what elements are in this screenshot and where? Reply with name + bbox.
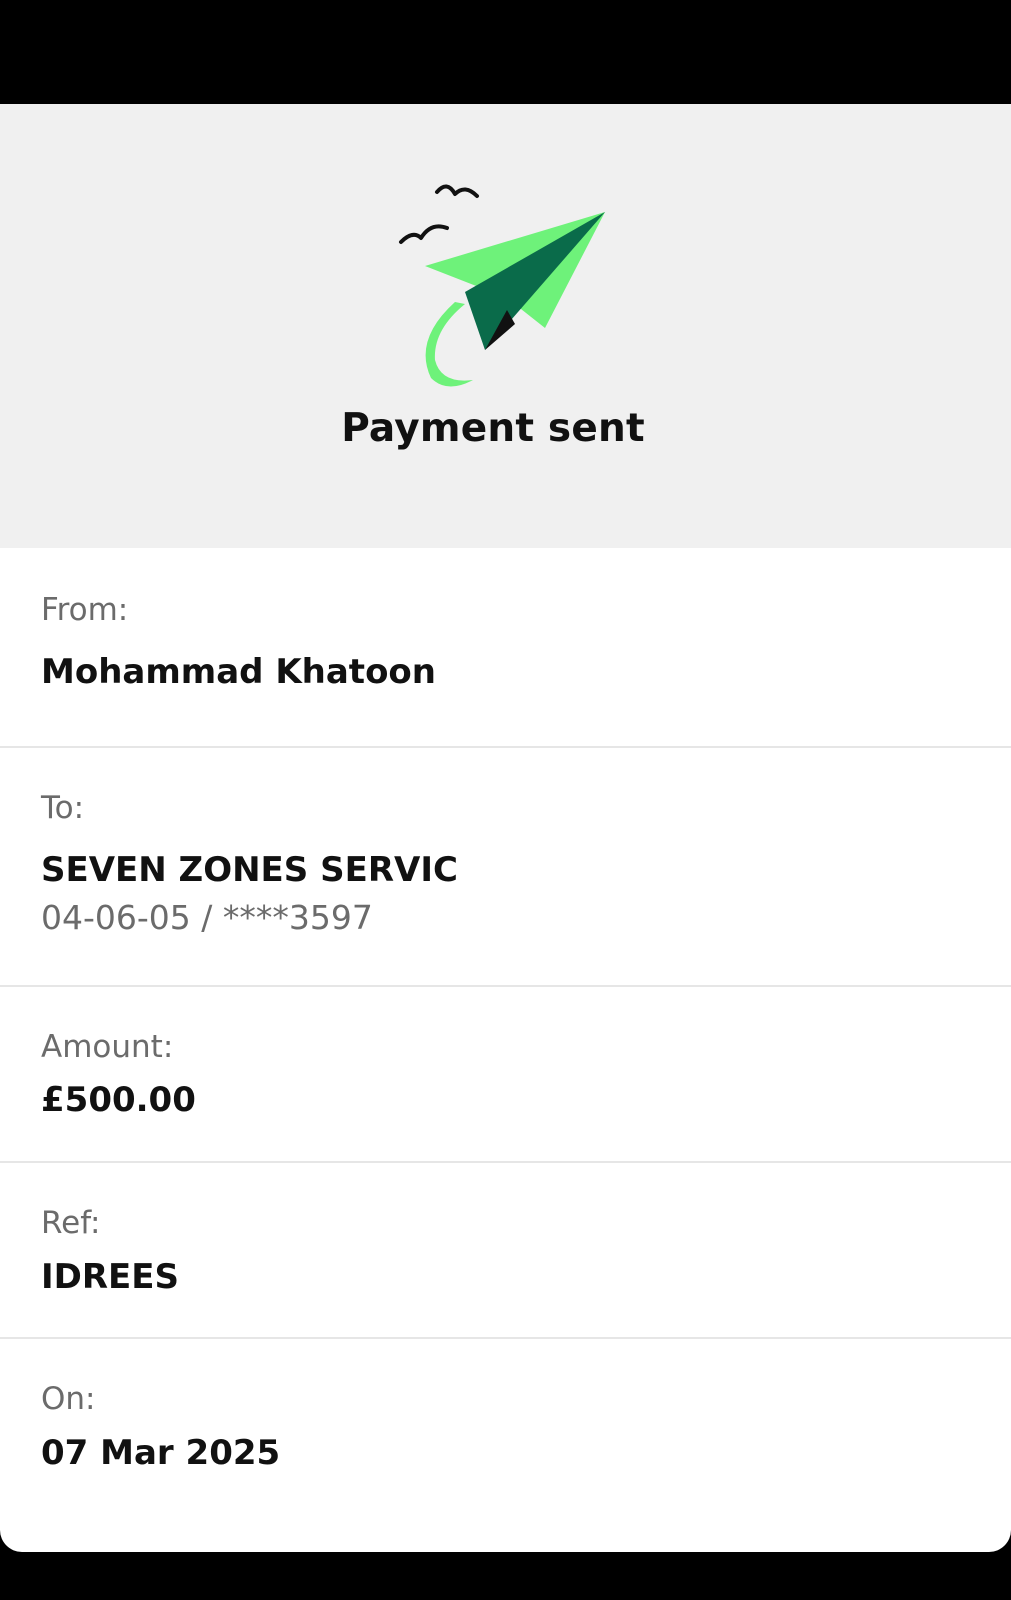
header: Payment sent bbox=[0, 104, 1011, 548]
to-row: To: SEVEN ZONES SERVIC 04-06-05 / ****35… bbox=[0, 748, 1011, 987]
status-bar bbox=[0, 0, 1011, 104]
ref-row: Ref: IDREES bbox=[0, 1163, 1011, 1339]
to-value: SEVEN ZONES SERVIC bbox=[41, 850, 458, 890]
on-label: On: bbox=[41, 1381, 96, 1417]
amount-label: Amount: bbox=[41, 1029, 174, 1065]
amount-row: Amount: £500.00 bbox=[0, 987, 1011, 1163]
paper-plane-icon bbox=[395, 180, 625, 500]
from-row: From: Mohammad Khatoon bbox=[0, 548, 1011, 748]
from-value: Mohammad Khatoon bbox=[41, 652, 436, 692]
on-value: 07 Mar 2025 bbox=[41, 1433, 281, 1473]
ref-label: Ref: bbox=[41, 1205, 101, 1241]
bird-icon bbox=[399, 224, 449, 244]
bird-icon bbox=[435, 184, 479, 198]
page-title: Payment sent bbox=[341, 406, 645, 451]
payment-details: From: Mohammad Khatoon To: SEVEN ZONES S… bbox=[0, 548, 1011, 1552]
to-label: To: bbox=[41, 790, 85, 826]
amount-value: £500.00 bbox=[41, 1080, 196, 1120]
navigation-bar bbox=[0, 1552, 1011, 1600]
on-row: On: 07 Mar 2025 bbox=[0, 1339, 1011, 1552]
from-label: From: bbox=[41, 592, 129, 628]
to-account-number: 04-06-05 / ****3597 bbox=[41, 898, 373, 937]
ref-value: IDREES bbox=[41, 1257, 179, 1297]
